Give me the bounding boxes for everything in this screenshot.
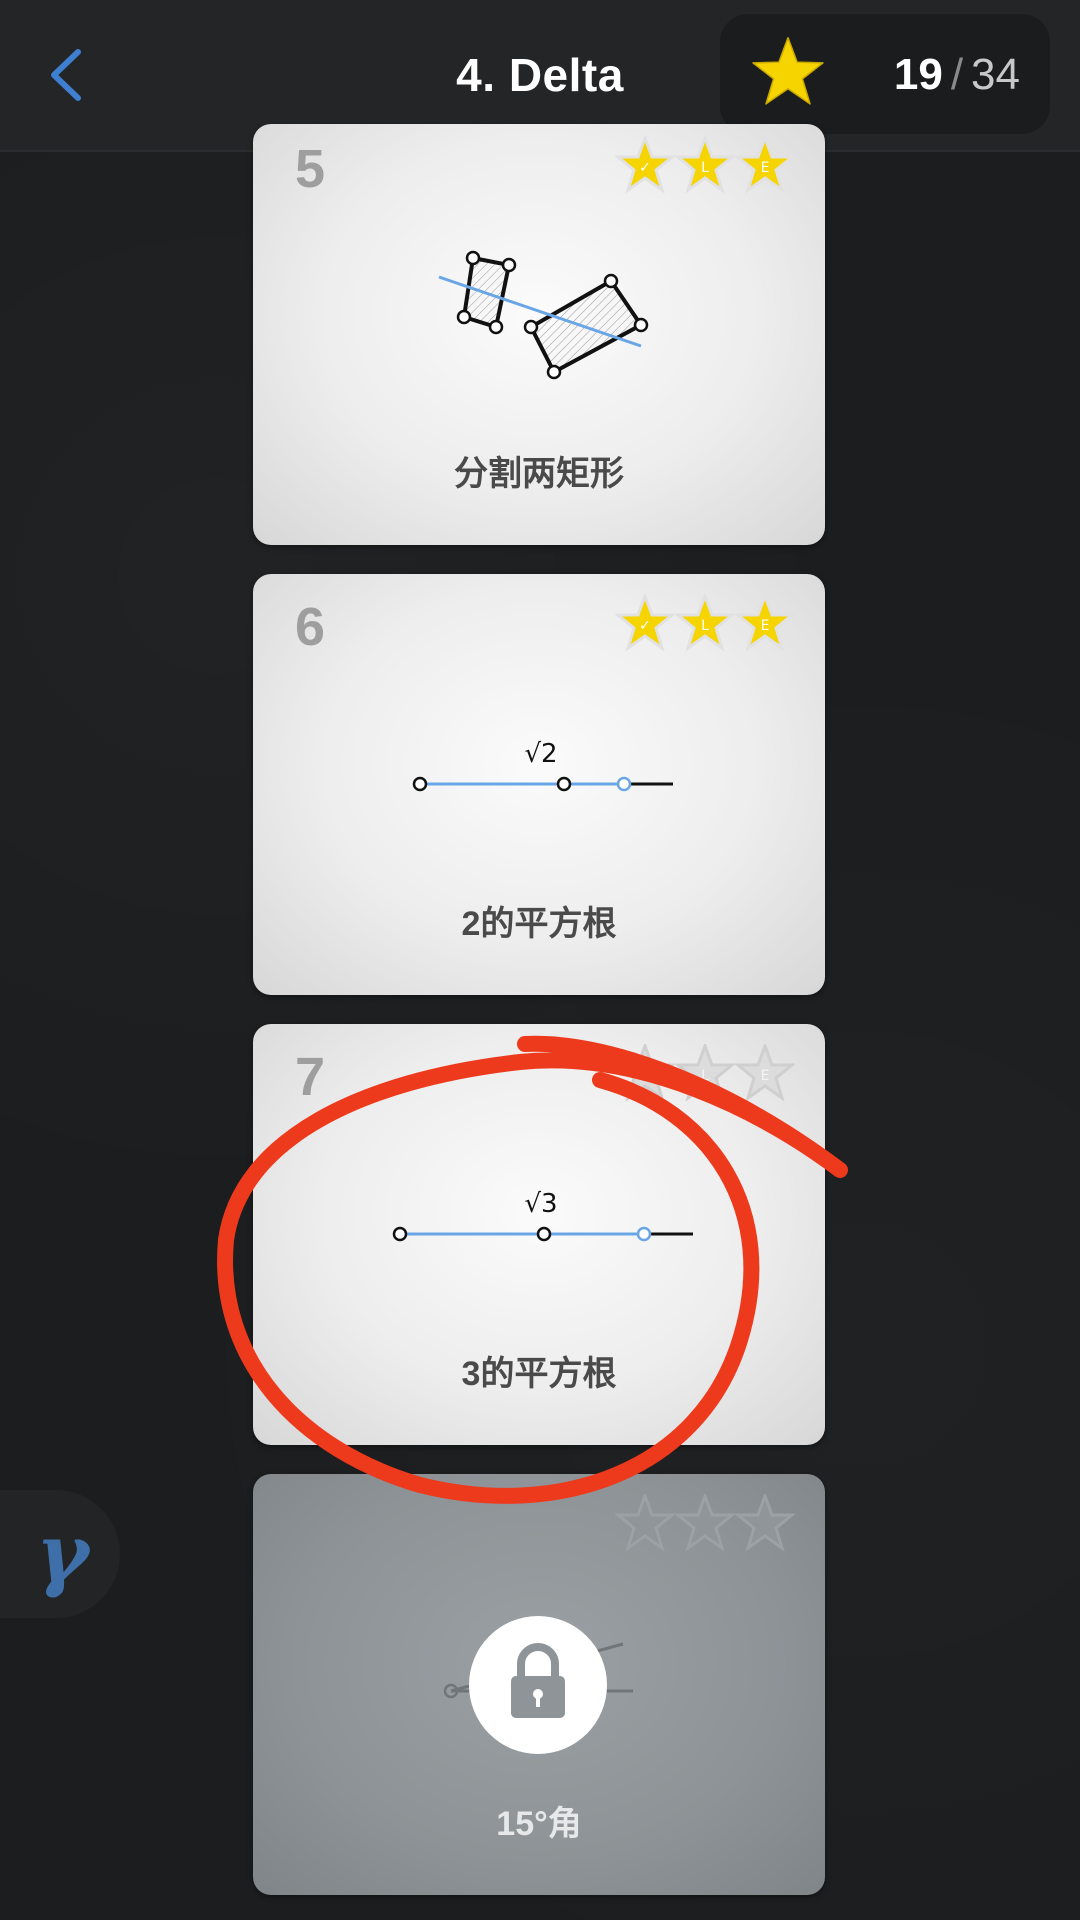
level-title: 分割两矩形 [454,455,624,493]
score-text: 19/34 [894,50,1020,100]
figure-label: √2 [524,739,557,769]
unlock-button[interactable] [469,1616,607,1754]
level-card-5[interactable]: 5 ✓ L E 分割两矩形 [253,124,825,545]
lock-icon [511,1643,565,1718]
level-card-locked[interactable]: 15°角 [253,1474,825,1895]
level-title: 2的平方根 [461,905,617,943]
level-card-7[interactable]: 7 ✓ L E √3 3的平方根 [253,1024,825,1445]
level-title: 15°角 [496,1805,582,1843]
level-card-6[interactable]: 6 ✓ L E √2 2的平方根 [253,574,825,995]
score-separator: / [950,50,964,99]
star-icon [752,37,824,105]
level-title: 3的平方根 [461,1355,617,1393]
figure-label: √3 [524,1189,557,1219]
score-total: 34 [971,50,1020,99]
score-earned: 19 [893,50,943,99]
side-menu-tab[interactable]: γ [0,1490,120,1618]
gamma-icon: γ [36,1506,89,1600]
score-badge: 19/34 [720,14,1050,134]
